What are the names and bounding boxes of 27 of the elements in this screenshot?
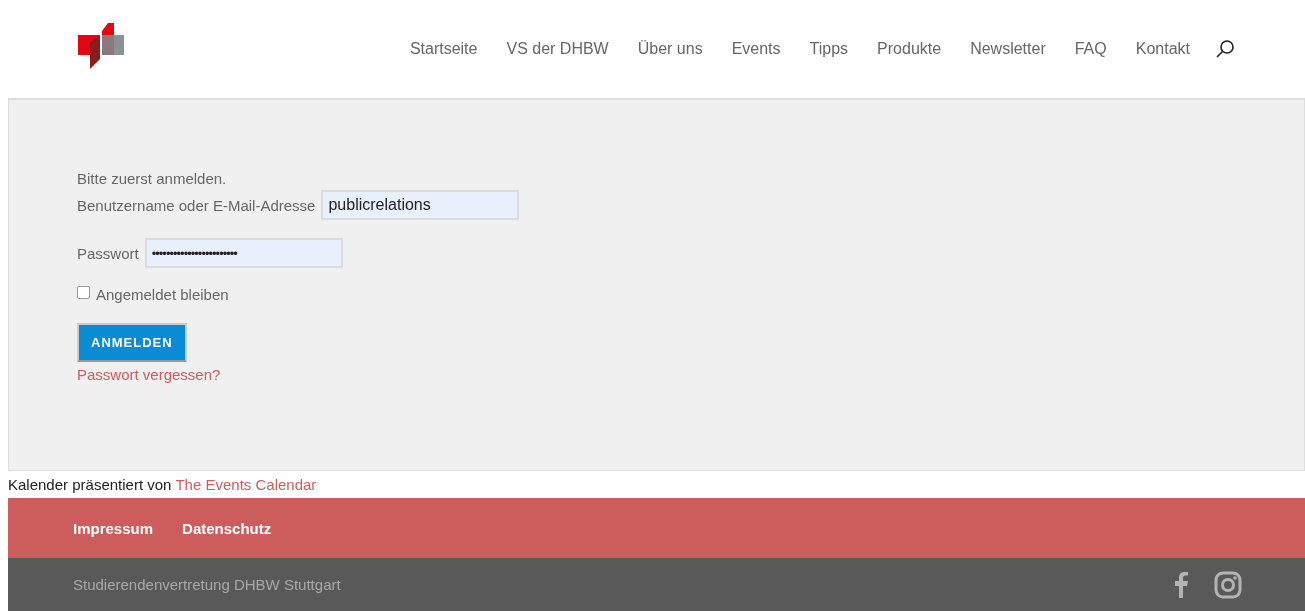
footer-link[interactable]: Impressum [73,519,154,537]
field-label: Benutzername oder E-Mail-Adresse [77,196,316,214]
login-notice: Bitte zuerst anmelden. [77,170,227,187]
nav-link[interactable]: Produkte [877,40,942,58]
nav-link[interactable]: Über uns [637,40,703,58]
nav-link[interactable]: Tipps [809,40,849,58]
nav-link[interactable]: Events [731,40,781,58]
forgot-password-link[interactable]: Passwort vergessen? [77,366,221,383]
remember-checkbox[interactable] [77,286,90,299]
search-icon[interactable] [1215,39,1235,59]
instagram-icon[interactable] [1214,570,1242,599]
login-button[interactable]: ANMELDEN [77,323,187,362]
facebook-icon[interactable] [1174,571,1188,598]
username-field[interactable]: publicrelations [321,190,520,220]
credit-text: Kalender präsentiert von [8,476,172,493]
nav-link[interactable]: Kontakt [1135,40,1190,58]
credit-link[interactable]: The Events Calendar [175,476,317,493]
field-label: Passwort [77,244,139,262]
checkbox-label: Angemeldet bleiben [96,286,229,303]
copyright-text: Studierendenvertretung DHBW Stuttgart [73,576,341,593]
nav-link[interactable]: Newsletter [970,40,1046,58]
nav-link[interactable]: FAQ [1074,40,1107,58]
nav-link[interactable]: Startseite [409,40,478,58]
password-field[interactable]: •••••••••••••••••••••••• [144,238,343,268]
footer-link[interactable]: Datenschutz [182,519,272,537]
logo-icon[interactable] [78,23,126,69]
nav-link[interactable]: VS der DHBW [506,40,609,58]
